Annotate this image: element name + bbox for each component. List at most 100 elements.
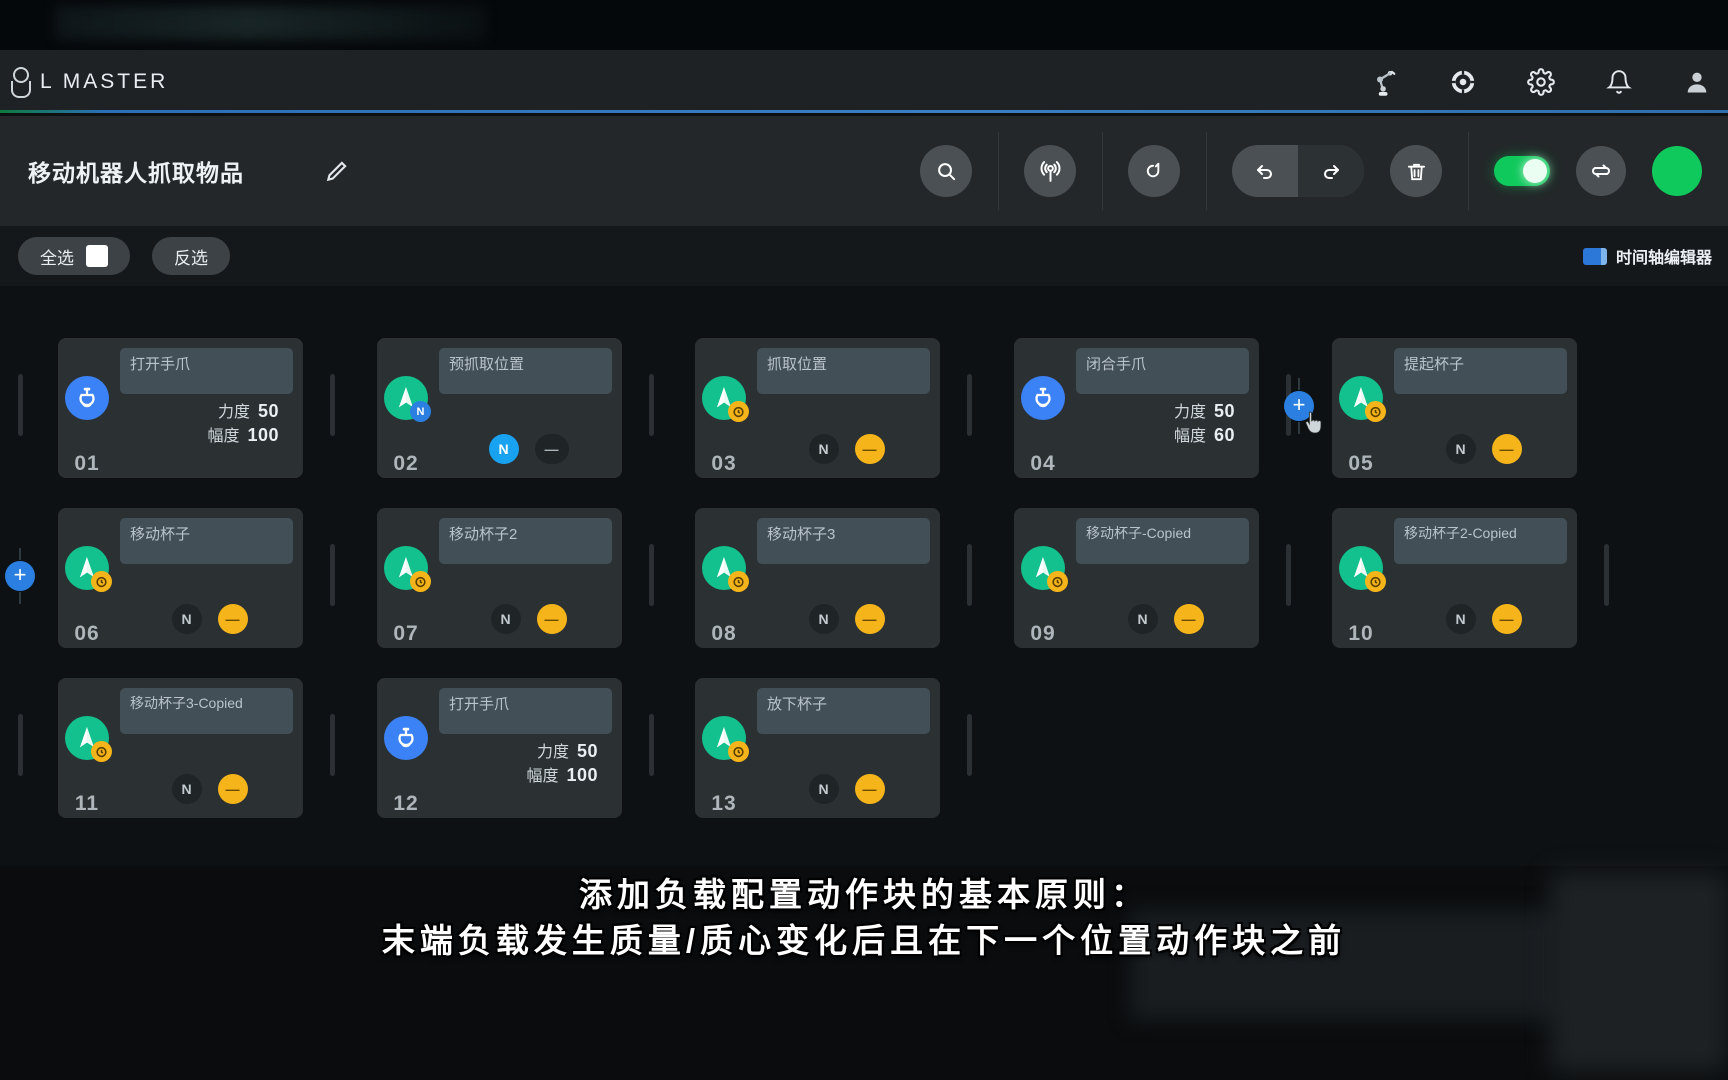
card-left-rail: 04	[1014, 338, 1072, 478]
card-chip[interactable]: N	[1127, 604, 1158, 634]
action-block-card[interactable]: 10 移动杯子2-Copied N —	[1332, 508, 1577, 648]
trash-icon[interactable]	[1390, 145, 1442, 197]
action-block-card[interactable]: 05 提起杯子 N —	[1332, 338, 1577, 478]
redo-icon[interactable]	[1298, 145, 1364, 197]
card-connector-divider[interactable]	[330, 544, 335, 606]
card-chip[interactable]: N	[808, 434, 839, 464]
card-chip[interactable]: —	[534, 434, 569, 464]
card-chip[interactable]: —	[1491, 434, 1522, 464]
repeat-icon[interactable]	[1576, 146, 1626, 196]
card-name-field[interactable]: 预抓取位置	[439, 348, 612, 394]
add-action-block-button-row2[interactable]: +	[5, 548, 35, 604]
card-chip-row: N —	[116, 774, 303, 804]
row-leading-divider[interactable]	[18, 374, 23, 436]
card-name-text: 抓取位置	[767, 356, 828, 373]
select-all-button[interactable]: 全选	[18, 237, 130, 275]
card-body: 移动杯子3 N —	[753, 508, 940, 648]
card-chip[interactable]: —	[536, 604, 567, 634]
action-block-card[interactable]: 06 移动杯子 N —	[58, 508, 303, 648]
invert-selection-button[interactable]: 反选	[152, 237, 230, 275]
card-connector-divider[interactable]	[330, 374, 335, 436]
card-chip[interactable]: —	[217, 774, 248, 804]
toolbar-group-run	[1468, 116, 1728, 226]
row-leading-divider[interactable]	[18, 714, 23, 776]
pencil-icon[interactable]	[324, 158, 350, 184]
card-connector-divider[interactable]	[967, 374, 972, 436]
card-body: 放下杯子 N —	[753, 678, 940, 818]
card-chip[interactable]: N	[490, 604, 521, 634]
select-all-checkbox[interactable]	[86, 245, 108, 267]
card-chip[interactable]: N	[1445, 434, 1476, 464]
card-chip-row: N —	[1390, 604, 1577, 634]
action-block-card[interactable]: 13 放下杯子 N —	[695, 678, 940, 818]
action-block-card[interactable]: 08 移动杯子3 N —	[695, 508, 940, 648]
navigate-icon	[702, 546, 749, 592]
card-param-value: 100	[247, 425, 279, 445]
card-left-rail: 03	[695, 338, 753, 478]
timeline-editor-button[interactable]: 时间轴编辑器	[1582, 244, 1712, 268]
card-connector-divider[interactable]	[649, 544, 654, 606]
power-toggle[interactable]	[1494, 156, 1550, 186]
card-name-field[interactable]: 移动杯子2	[439, 518, 612, 564]
card-name-field[interactable]: 移动杯子-Copied	[1076, 518, 1249, 564]
toolbar-group-history	[1206, 116, 1468, 226]
navigate-icon	[702, 376, 749, 422]
card-name-field[interactable]: 移动杯子	[120, 518, 293, 564]
card-name-field[interactable]: 移动杯子3	[757, 518, 930, 564]
card-connector-divider[interactable]	[330, 714, 335, 776]
card-chip[interactable]: —	[854, 774, 885, 804]
card-chip-row: N —	[1072, 604, 1259, 634]
card-name-field[interactable]: 抓取位置	[757, 348, 930, 394]
search-icon[interactable]	[920, 145, 972, 197]
action-block-card[interactable]: 11 移动杯子3-Copied N —	[58, 678, 303, 818]
row-trailing-divider[interactable]	[1604, 544, 1609, 606]
card-chip-row: N —	[435, 604, 622, 634]
add-action-block-button[interactable]: +	[1284, 378, 1314, 434]
bell-icon[interactable]	[1604, 67, 1634, 97]
card-icon-badge	[410, 571, 431, 592]
card-name-field[interactable]: 移动杯子3-Copied	[120, 688, 293, 734]
card-chip[interactable]: —	[1173, 604, 1204, 634]
user-avatar-icon[interactable]	[1682, 67, 1712, 97]
action-blocks-canvas: 01 打开手爪 力度 50 幅度 100 N 02 预抓取位置 N —03 抓取位置 N —04 闭合手爪力…	[0, 286, 1728, 866]
card-chip[interactable]: N	[171, 774, 202, 804]
row-trailing-divider[interactable]	[967, 714, 972, 776]
refresh-icon[interactable]	[1128, 145, 1180, 197]
card-chip[interactable]: —	[217, 604, 248, 634]
card-connector-divider[interactable]	[649, 374, 654, 436]
card-param-label: 力度	[536, 744, 569, 761]
action-block-card[interactable]: N 02 预抓取位置 N —	[377, 338, 622, 478]
card-connector-divider[interactable]	[649, 714, 654, 776]
card-chip[interactable]: —	[1491, 604, 1522, 634]
card-name-field[interactable]: 打开手爪	[439, 688, 612, 734]
card-chip[interactable]: —	[854, 604, 885, 634]
card-name-field[interactable]: 提起杯子	[1394, 348, 1567, 394]
action-block-card[interactable]: 12 打开手爪 力度 50 幅度 100	[377, 678, 622, 818]
select-all-label: 全选	[40, 248, 74, 268]
card-name-field[interactable]: 闭合手爪	[1076, 348, 1249, 394]
card-name-field[interactable]: 移动杯子2-Copied	[1394, 518, 1567, 564]
gear-icon[interactable]	[1526, 67, 1556, 97]
card-icon-badge	[728, 401, 749, 422]
card-chip[interactable]: N	[808, 604, 839, 634]
action-block-card[interactable]: 03 抓取位置 N —	[695, 338, 940, 478]
robot-arm-icon[interactable]	[1370, 67, 1400, 97]
action-block-card[interactable]: 09 移动杯子-Copied N —	[1014, 508, 1259, 648]
undo-icon[interactable]	[1232, 145, 1298, 197]
card-connector-divider[interactable]	[1286, 544, 1291, 606]
card-connector-divider[interactable]	[967, 544, 972, 606]
action-block-card[interactable]: 04 闭合手爪力度 50 幅度 60	[1014, 338, 1259, 478]
card-params: 力度 50 幅度 60	[1076, 400, 1249, 448]
card-chip[interactable]: N	[808, 774, 839, 804]
card-name-field[interactable]: 放下杯子	[757, 688, 930, 734]
card-chip[interactable]: N	[171, 604, 202, 634]
action-block-card[interactable]: 01 打开手爪 力度 50 幅度 100	[58, 338, 303, 478]
card-chip[interactable]: —	[854, 434, 885, 464]
card-name-field[interactable]: 打开手爪	[120, 348, 293, 394]
run-button[interactable]	[1652, 146, 1702, 196]
card-chip[interactable]: N	[488, 434, 519, 464]
broadcast-icon[interactable]	[1024, 145, 1076, 197]
card-chip[interactable]: N	[1445, 604, 1476, 634]
target-icon[interactable]	[1448, 67, 1478, 97]
action-block-card[interactable]: 07 移动杯子2 N —	[377, 508, 622, 648]
